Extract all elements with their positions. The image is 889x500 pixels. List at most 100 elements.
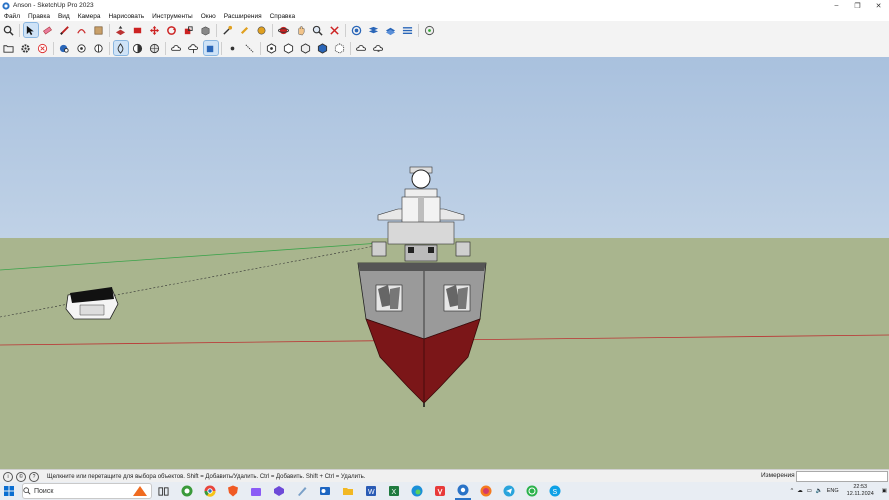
move-icon[interactable] [148,23,162,37]
language-indicator[interactable]: ENG [827,488,839,494]
backedge-icon[interactable] [131,41,145,55]
restore-icon[interactable]: ❐ [847,0,868,11]
styles-icon[interactable] [401,23,415,37]
hidden-line-icon[interactable] [148,41,162,55]
line-icon[interactable] [243,41,257,55]
svg-text:X: X [391,489,396,496]
menu-view[interactable]: Вид [58,13,70,20]
follow-me-icon[interactable] [131,23,145,37]
select-arrow-icon[interactable] [22,22,39,38]
sketchup-icon[interactable] [454,482,471,500]
vivaldi-icon[interactable] [432,483,448,499]
svg-text:S: S [552,489,557,496]
network-icon[interactable]: ▭ [807,488,812,494]
pencil-icon[interactable] [58,23,72,37]
outlook-icon[interactable] [317,483,333,499]
copilot-icon[interactable] [271,483,287,499]
paint-icon[interactable] [238,23,252,37]
orbit-icon[interactable] [277,23,291,37]
view-top-icon[interactable] [75,41,89,55]
whatsapp-icon[interactable] [524,483,540,499]
hex-2-icon[interactable] [282,41,296,55]
paint-bucket-icon[interactable] [92,23,106,37]
help-circle-icon[interactable]: ? [29,471,39,482]
toolbar-separator [109,23,110,37]
view-front-icon[interactable] [92,41,106,55]
task-view-icon[interactable] [156,483,172,499]
cloud-share-icon[interactable] [355,41,369,55]
minimize-icon[interactable]: – [826,0,847,11]
menu-extensions[interactable]: Расширения [224,13,262,20]
taskbar-search-placeholder: Поиск [34,487,54,495]
menu-edit[interactable]: Правка [28,13,50,20]
zoom-extents-icon[interactable] [328,23,342,37]
hex-4-icon[interactable] [316,41,330,55]
arc-icon[interactable] [75,23,89,37]
volume-icon[interactable]: 🔈 [816,488,823,494]
section-plane-icon[interactable] [350,23,364,37]
excel-icon[interactable]: X [386,483,402,499]
point-icon[interactable] [226,41,240,55]
firefox-icon[interactable] [478,483,494,499]
sketchup-app-icon [2,1,10,10]
skype-icon[interactable]: S [547,483,563,499]
model-viewport[interactable] [0,57,889,469]
zoom-icon[interactable] [311,23,325,37]
status-bar: i © ? Щелкните или перетащите для выбора… [0,469,889,483]
info-icon[interactable]: i [3,471,13,482]
hex-5-icon[interactable] [333,41,347,55]
close-icon[interactable]: ✕ [868,0,889,11]
taskbar-search[interactable]: Поиск [22,483,152,499]
hex-1-icon[interactable] [265,41,279,55]
chevron-up-icon[interactable]: ^ [791,488,794,494]
toolbar-separator [418,23,419,37]
word-icon[interactable]: W [363,483,379,499]
menu-tools[interactable]: Инструменты [152,13,193,20]
open-folder-icon[interactable] [2,41,16,55]
green-axis [0,242,381,271]
components-icon[interactable] [384,23,398,37]
layers-icon[interactable] [367,23,381,37]
search-highlight-icon [133,486,147,496]
offset-icon[interactable] [199,23,213,37]
pen-app-icon[interactable] [294,483,310,499]
push-pull-icon[interactable] [114,23,128,37]
cloud-icon[interactable]: ☁ [797,488,803,494]
notification-icon[interactable]: ▣ [882,488,887,494]
tape-measure-icon[interactable] [221,23,235,37]
menu-camera[interactable]: Камера [78,13,101,20]
menu-window[interactable]: Окно [201,13,216,20]
cloud-sync-icon[interactable] [372,41,386,55]
clock[interactable]: 22:53 12.11.2024 [845,484,876,498]
cloud-upload-icon[interactable] [170,41,184,55]
edge-browser-icon[interactable] [409,483,425,499]
chrome-browser-icon[interactable] [202,483,218,499]
eraser-icon[interactable] [41,23,55,37]
search-icon[interactable] [2,23,16,37]
extension-icon[interactable] [423,23,437,37]
store-icon[interactable] [248,483,264,499]
menu-file[interactable]: Файл [4,13,20,20]
cancel-icon[interactable] [36,41,50,55]
cloud-download-icon[interactable] [187,41,201,55]
telegram-icon[interactable] [501,483,517,499]
view-iso-icon[interactable] [58,41,72,55]
credits-icon[interactable]: © [16,471,26,482]
shaded-icon[interactable] [202,40,219,56]
menu-draw[interactable]: Нарисовать [108,13,144,20]
folder-app-icon[interactable] [340,483,356,499]
menu-help[interactable]: Справка [270,13,296,20]
settings-gear-icon[interactable] [19,41,33,55]
pan-icon[interactable] [294,23,308,37]
hex-3-icon[interactable] [299,41,313,55]
chrome-icon[interactable] [179,483,195,499]
xray-icon[interactable] [112,40,129,56]
svg-text:W: W [368,489,375,496]
scale-icon[interactable] [182,23,196,37]
windows-start-icon[interactable] [0,482,18,500]
brave-icon[interactable] [225,483,241,499]
clock-date: 12.11.2024 [846,491,874,497]
rotate-icon[interactable] [165,23,179,37]
text-label-icon[interactable] [255,23,269,37]
measurements-input[interactable] [796,471,888,482]
